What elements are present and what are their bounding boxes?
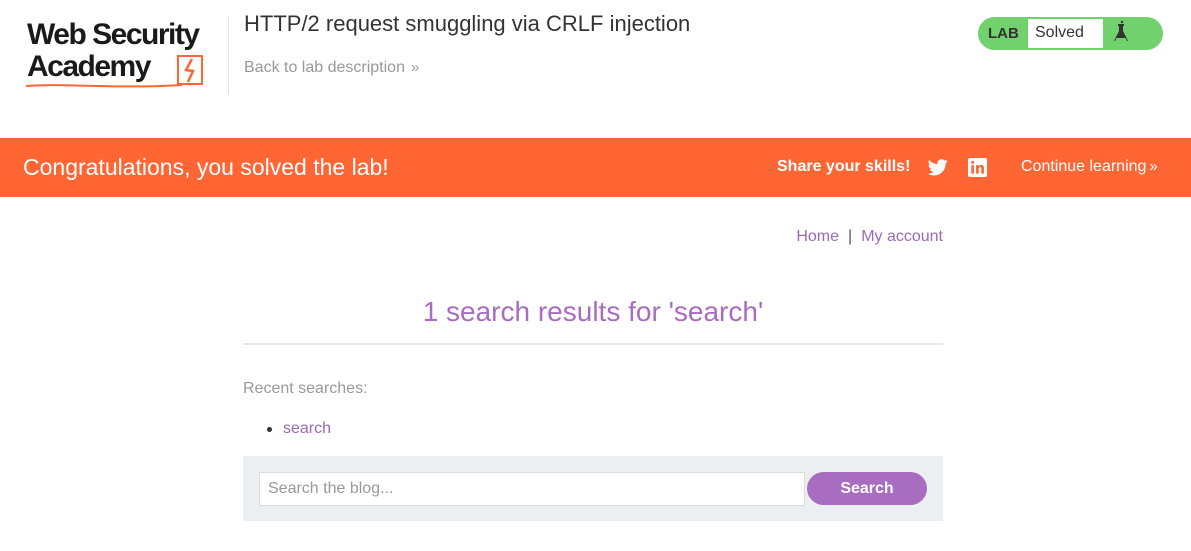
double-chevron-right-icon: » xyxy=(1149,158,1158,175)
congratulations-banner: Congratulations, you solved the lab! Sha… xyxy=(0,138,1191,197)
recent-searches-label: Recent searches: xyxy=(243,380,368,397)
logo-line-1: Web Security xyxy=(27,18,200,51)
recent-searches-list: search xyxy=(243,419,331,439)
lab-tag: LAB xyxy=(988,25,1019,42)
header-divider xyxy=(228,16,229,94)
flask-icon xyxy=(1106,19,1136,48)
logo-underline-icon xyxy=(25,84,183,88)
continue-learning-link[interactable]: Continue learning» xyxy=(1021,158,1158,176)
results-divider xyxy=(243,343,943,345)
back-to-lab-description-link[interactable]: Back to lab description » xyxy=(244,59,419,77)
congratulations-message: Congratulations, you solved the lab! xyxy=(23,154,389,180)
search-panel: Search xyxy=(243,456,943,521)
status-text: Solved xyxy=(1035,24,1084,41)
recent-search-link[interactable]: search xyxy=(283,420,331,437)
lab-status-widget: LAB Solved xyxy=(978,17,1163,50)
web-security-academy-logo[interactable]: Web Security Academy xyxy=(24,14,224,90)
continue-learning-label: Continue learning xyxy=(1021,158,1147,175)
lightning-bolt-icon xyxy=(177,55,203,85)
page-header: Web Security Academy HTTP/2 request smug… xyxy=(0,0,1191,138)
logo-line-2: Academy xyxy=(27,50,151,83)
search-button[interactable]: Search xyxy=(807,472,927,505)
lab-title: HTTP/2 request smuggling via CRLF inject… xyxy=(244,11,691,36)
list-item: search xyxy=(243,419,331,439)
share-skills-label: Share your skills! xyxy=(777,158,911,175)
search-results-title: 1 search results for 'search' xyxy=(422,296,764,327)
my-account-link[interactable]: My account xyxy=(861,228,943,245)
home-link[interactable]: Home xyxy=(796,228,839,245)
nav-separator: | xyxy=(848,228,853,245)
double-chevron-right-icon: » xyxy=(410,59,420,76)
linkedin-icon[interactable] xyxy=(968,158,987,182)
top-nav: Home | My account xyxy=(796,228,943,246)
twitter-icon[interactable] xyxy=(927,159,948,181)
back-link-label: Back to lab description xyxy=(244,59,405,76)
bullet-icon xyxy=(267,427,272,432)
search-input[interactable] xyxy=(259,472,805,506)
status-box: Solved xyxy=(1028,19,1103,48)
